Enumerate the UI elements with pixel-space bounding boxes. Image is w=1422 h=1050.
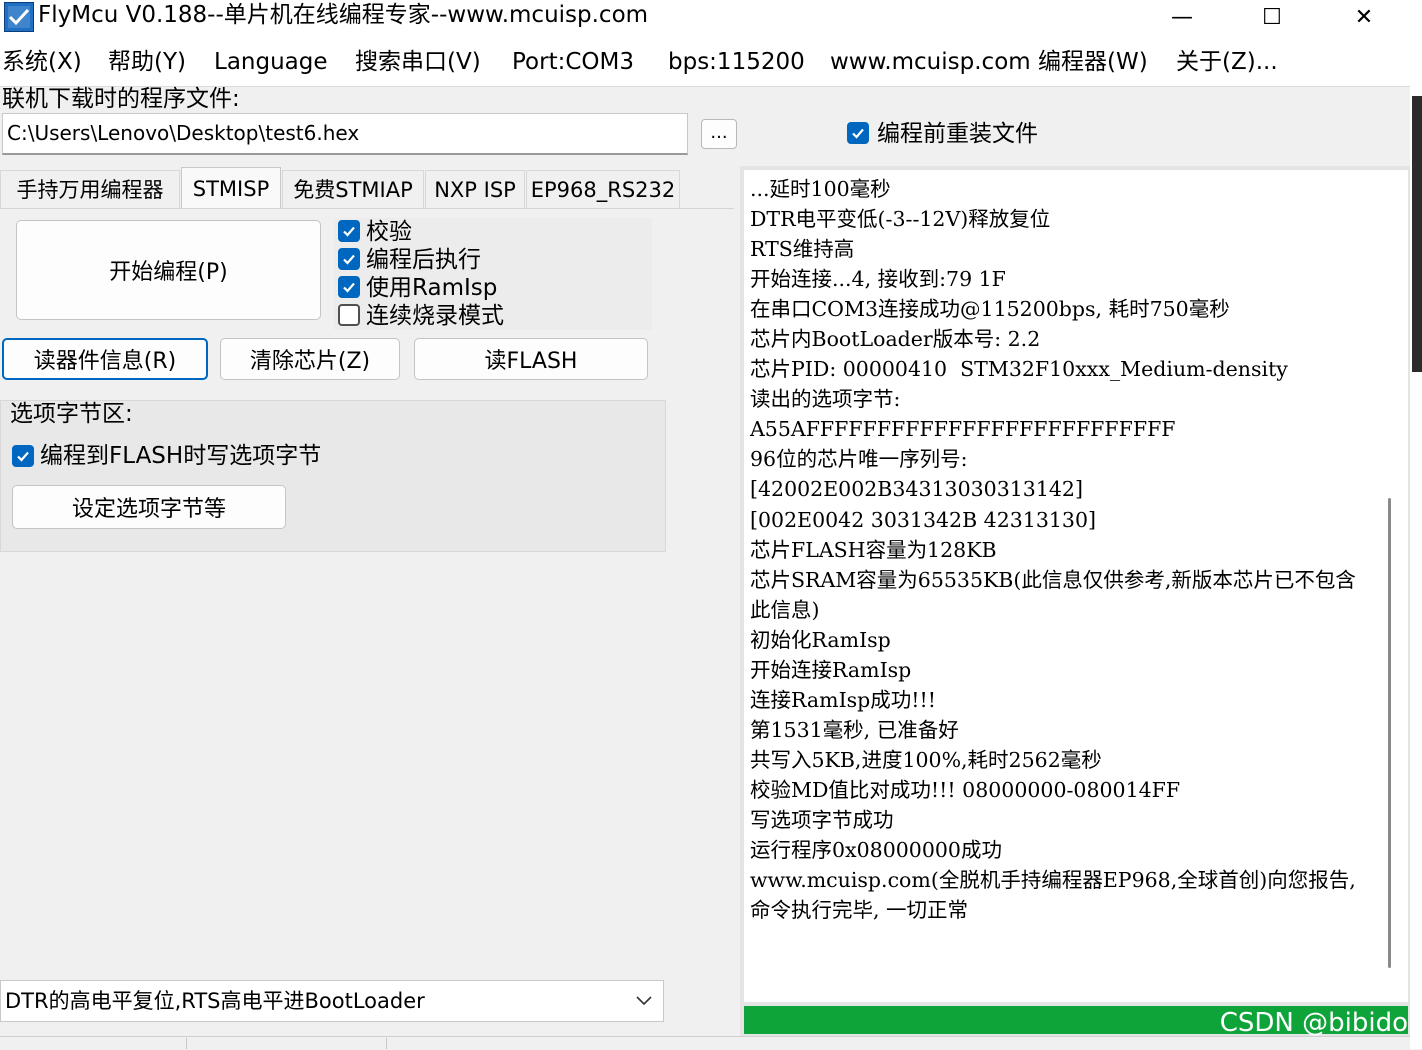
tab-panel-divider: [0, 208, 734, 209]
close-icon: ✕: [1354, 4, 1374, 30]
checkmark-icon: [343, 282, 355, 293]
maximize-icon: ☐: [1262, 4, 1282, 30]
status-bar: [0, 1036, 1410, 1050]
set-option-bytes-button[interactable]: 设定选项字节等: [12, 485, 286, 529]
menu-search-port[interactable]: 搜索串口(V): [355, 47, 481, 77]
read-flash-button[interactable]: 读FLASH: [414, 338, 648, 380]
tab-stmisp[interactable]: STMISP: [181, 167, 281, 209]
browse-button[interactable]: ...: [701, 119, 737, 149]
menu-port[interactable]: Port:COM3: [512, 47, 634, 77]
background-window-dark-region: [1412, 96, 1422, 372]
write-option-bytes-label[interactable]: 编程到FLASH时写选项字节: [40, 442, 321, 470]
continuous-mode-checkbox[interactable]: [338, 304, 360, 326]
log-text: ...延时100毫秒 DTR电平变低(-3--12V)释放复位 RTS维持高 开…: [750, 177, 1356, 923]
status-divider: [386, 1038, 387, 1049]
reset-mode-value: DTR的高电平复位,RTS高电平进BootLoader: [5, 989, 425, 1013]
write-option-bytes-checkbox[interactable]: [12, 445, 34, 467]
option-bytes-label: 选项字节区:: [10, 401, 133, 427]
log-scrollbar-thumb[interactable]: [1388, 498, 1391, 968]
reset-mode-select[interactable]: DTR的高电平复位,RTS高电平进BootLoader: [0, 980, 664, 1022]
minimize-icon: —: [1171, 4, 1193, 30]
window-title: FlyMcu V0.188--单片机在线编程专家--www.mcuisp.com: [38, 2, 649, 28]
close-button[interactable]: ✕: [1318, 0, 1410, 34]
menu-system[interactable]: 系统(X): [2, 47, 82, 77]
app-icon: [4, 2, 34, 32]
erase-chip-button[interactable]: 清除芯片(Z): [220, 338, 400, 380]
verify-checkbox[interactable]: [338, 220, 360, 242]
chevron-down-icon: [636, 996, 652, 1006]
status-divider: [186, 1038, 187, 1049]
menu-language[interactable]: Language: [214, 47, 328, 77]
reload-label[interactable]: 编程前重装文件: [877, 120, 1038, 148]
file-path-input[interactable]: C:\Users\Lenovo\Desktop\test6.hex: [2, 113, 688, 155]
run-after-checkbox[interactable]: [338, 248, 360, 270]
tab-ep968[interactable]: EP968_RS232: [526, 170, 680, 208]
minimize-button[interactable]: —: [1136, 0, 1228, 34]
menu-programmer[interactable]: www.mcuisp.com 编程器(W): [830, 47, 1148, 77]
file-label: 联机下载时的程序文件:: [2, 86, 240, 112]
tab-stmiap[interactable]: 免费STMIAP: [282, 170, 424, 208]
continuous-mode-label[interactable]: 连续烧录模式: [366, 302, 504, 330]
checkmark-icon: [17, 451, 29, 462]
maximize-button[interactable]: ☐: [1226, 0, 1318, 34]
menu-help[interactable]: 帮助(Y): [108, 47, 186, 77]
reload-checkbox[interactable]: [847, 122, 869, 144]
checkmark-icon: [343, 254, 355, 265]
menu-bps[interactable]: bps:115200: [668, 47, 805, 77]
tab-handheld[interactable]: 手持万用编程器: [0, 170, 180, 208]
checkmark-icon: [343, 226, 355, 237]
verify-label[interactable]: 校验: [366, 218, 412, 246]
use-ramisp-label[interactable]: 使用RamIsp: [366, 274, 497, 302]
watermark: CSDN @bibido: [1219, 1008, 1408, 1038]
tab-nxp-isp[interactable]: NXP ISP: [425, 170, 525, 208]
run-after-label[interactable]: 编程后执行: [366, 246, 481, 274]
menu-about[interactable]: 关于(Z)...: [1176, 47, 1278, 77]
start-program-button[interactable]: 开始编程(P): [16, 220, 321, 320]
use-ramisp-checkbox[interactable]: [338, 276, 360, 298]
checkmark-icon: [852, 128, 864, 139]
read-device-info-button[interactable]: 读器件信息(R): [2, 338, 208, 380]
